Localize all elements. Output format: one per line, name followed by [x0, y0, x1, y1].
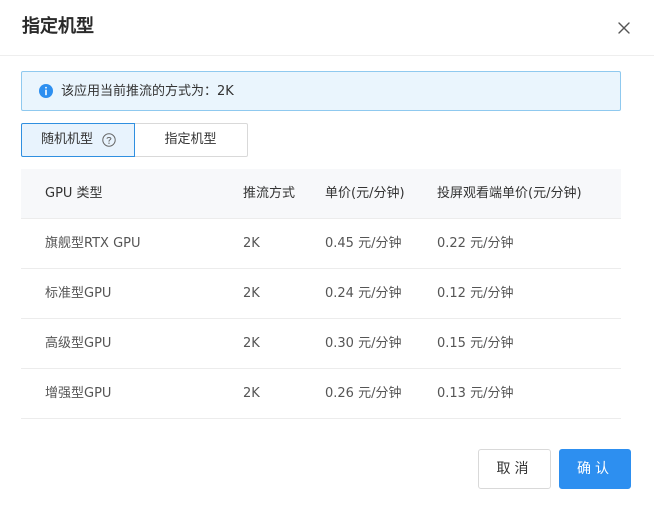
table-row: 旗舰型RTX GPU 2K 0.45 元/分钟 0.22 元/分钟 [21, 219, 621, 269]
table-row: 增强型GPU 2K 0.26 元/分钟 0.13 元/分钟 [21, 369, 621, 419]
gpu-type-cell: 标准型GPU [45, 286, 112, 301]
dialog-footer: 取消 确认 [0, 449, 654, 489]
column-header-unit-price: 单价(元/分钟) [325, 186, 405, 201]
table-row: 高级型GPU 2K 0.30 元/分钟 0.15 元/分钟 [21, 319, 621, 369]
gpu-type-cell: 高级型GPU [45, 336, 112, 351]
unit-price-cell: 0.24 元/分钟 [325, 286, 402, 301]
table-header-row: GPU 类型 推流方式 单价(元/分钟) 投屏观看端单价(元/分钟) [21, 169, 621, 219]
gpu-pricing-table: GPU 类型 推流方式 单价(元/分钟) 投屏观看端单价(元/分钟) 旗舰型RT… [21, 169, 621, 419]
viewer-price-cell: 0.15 元/分钟 [437, 336, 514, 351]
gpu-type-cell: 增强型GPU [45, 386, 112, 401]
info-icon [39, 84, 53, 98]
tab-specified-machine[interactable]: 指定机型 [134, 123, 248, 157]
select-machine-dialog: 指定机型 该应用当前推流的方式为：2K 随机机型 指定机型 GPU 类型 推流方… [0, 0, 654, 507]
gpu-type-cell: 旗舰型RTX GPU [45, 236, 141, 251]
viewer-price-cell: 0.12 元/分钟 [437, 286, 514, 301]
stream-mode-cell: 2K [243, 386, 260, 401]
unit-price-cell: 0.30 元/分钟 [325, 336, 402, 351]
close-icon[interactable] [612, 16, 636, 40]
help-circle-icon[interactable] [102, 133, 116, 147]
tab-random-machine-label: 随机机型 [41, 132, 94, 147]
table-row: 标准型GPU 2K 0.24 元/分钟 0.12 元/分钟 [21, 269, 621, 319]
dialog-header: 指定机型 [0, 0, 654, 56]
column-header-gpu-type: GPU 类型 [45, 186, 103, 201]
info-banner: 该应用当前推流的方式为：2K [21, 71, 621, 111]
dialog-title: 指定机型 [22, 16, 94, 37]
stream-mode-cell: 2K [243, 336, 260, 351]
unit-price-cell: 0.26 元/分钟 [325, 386, 402, 401]
column-header-viewer-price: 投屏观看端单价(元/分钟) [437, 186, 582, 201]
column-header-stream-mode: 推流方式 [243, 186, 296, 201]
viewer-price-cell: 0.22 元/分钟 [437, 236, 514, 251]
tab-random-machine[interactable]: 随机机型 [21, 123, 135, 157]
cancel-button[interactable]: 取消 [478, 449, 551, 489]
info-banner-text: 该应用当前推流的方式为：2K [61, 84, 234, 99]
stream-mode-cell: 2K [243, 286, 260, 301]
unit-price-cell: 0.45 元/分钟 [325, 236, 402, 251]
stream-mode-cell: 2K [243, 236, 260, 251]
viewer-price-cell: 0.13 元/分钟 [437, 386, 514, 401]
confirm-button[interactable]: 确认 [559, 449, 631, 489]
